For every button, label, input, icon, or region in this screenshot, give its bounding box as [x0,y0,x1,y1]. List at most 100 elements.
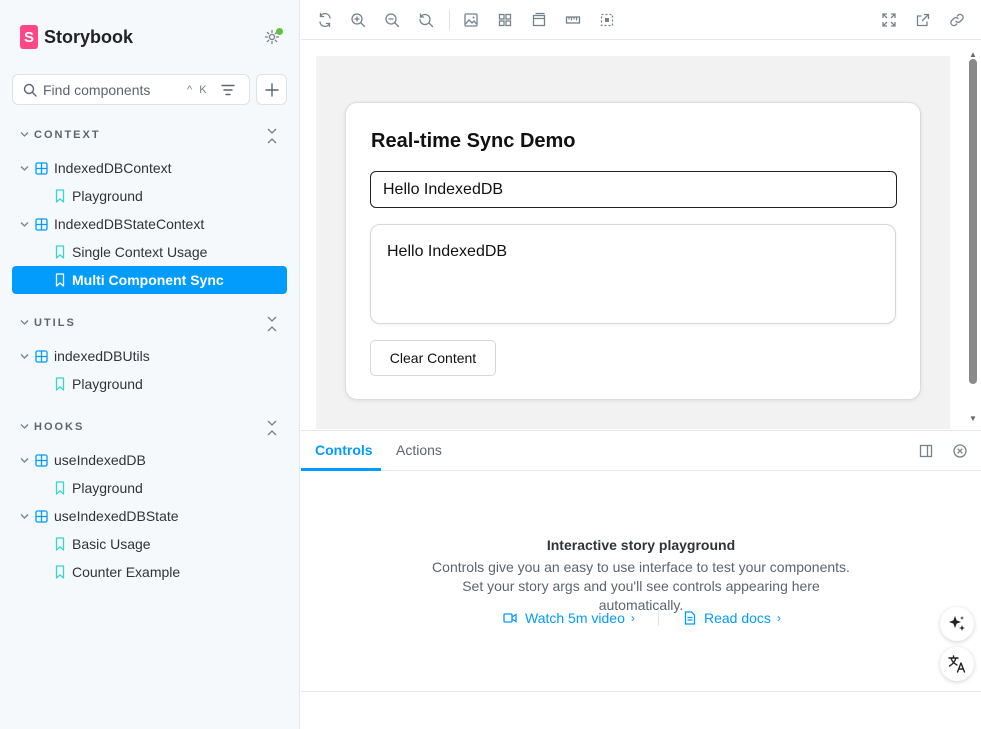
chevron-down-icon [20,354,29,359]
search-input[interactable] [43,81,183,98]
component-icon [35,162,48,175]
tree-label: Single Context Usage [72,244,208,260]
chevron-down-icon [20,424,29,429]
tree-component-indexeddbcontext[interactable]: IndexedDBContext [12,154,287,182]
status-dot [276,28,283,35]
clear-content-button[interactable]: Clear Content [370,340,496,376]
sync-icon [319,12,331,28]
measure-button[interactable] [565,12,581,28]
chevron-down-icon [20,132,29,137]
zoom-out-button[interactable] [384,12,400,28]
chevron-down-icon [20,514,29,519]
tree-story-single-context-usage[interactable]: Single Context Usage [12,238,287,266]
section-hooks[interactable]: HOOKS [0,417,300,437]
bookmark-icon [55,377,65,391]
open-new-tab-button[interactable] [915,12,931,28]
background-button[interactable] [463,12,479,28]
video-icon [503,613,517,623]
tree-label: Playground [72,188,143,204]
image-icon [464,13,478,27]
tree-label: Multi Component Sync [72,272,224,288]
collapse-all-icon[interactable] [266,417,278,437]
zoom-in-icon [351,13,366,28]
canvas-scrollbar[interactable]: ▲ ▼ [968,51,978,429]
tree-label: Counter Example [72,564,181,580]
zoom-reset-button[interactable] [418,12,434,28]
chevron-down-icon [20,320,29,325]
settings-button[interactable] [264,28,283,47]
content-input[interactable] [370,171,897,208]
search-shortcut: ^ K [187,83,209,96]
collapse-all-icon[interactable] [266,125,278,145]
tree-label: IndexedDBStateContext [54,216,205,232]
controls-empty-description: Controls give you an easy to use interfa… [432,559,850,613]
search-box[interactable]: ^ K [12,74,250,105]
tree-story-counter-example[interactable]: Counter Example [12,558,287,586]
story-canvas: Real-time Sync Demo Hello IndexedDB Clea… [316,56,950,429]
component-icon [35,218,48,231]
panel-divider [301,691,981,692]
read-docs-link[interactable]: Read docs › [684,610,781,626]
search-icon [23,83,37,97]
tab-controls[interactable]: Controls [315,442,373,458]
chevron-right-icon: › [776,611,781,625]
reload-button[interactable] [317,12,333,28]
ai-assistant-button[interactable] [940,607,974,641]
tree-story-playground[interactable]: Playground [12,182,287,210]
bookmark-icon [55,245,65,259]
outline-button[interactable] [599,12,615,28]
sidebar-alt-icon [919,444,933,458]
fullscreen-button[interactable] [881,12,897,28]
translate-button[interactable] [940,647,974,681]
tree-label: useIndexedDB [54,452,146,468]
bookmark-icon [55,481,65,495]
tree-label: IndexedDBContext [54,160,172,176]
brand-name: Storybook [44,26,134,47]
tree-story-basic-usage[interactable]: Basic Usage [12,530,287,558]
bookmark-icon [55,537,65,551]
tree-component-indexeddbutils[interactable]: indexedDBUtils [12,342,287,370]
tree-label: useIndexedDBState [54,508,179,524]
collapse-all-icon[interactable] [266,313,278,333]
ruler-icon [565,16,581,24]
section-title: UTILS [34,317,76,329]
close-circle-icon [953,444,967,458]
zoom-out-icon [385,13,400,28]
scrollbar-thumb[interactable] [969,59,977,384]
tree-component-useindexeddbstate[interactable]: useIndexedDBState [12,502,287,530]
addon-panel: Controls Actions Interactive story playg… [301,430,981,729]
close-panel-button[interactable] [952,443,968,459]
addon-tabs: Controls Actions [301,431,981,471]
tab-actions[interactable]: Actions [396,442,442,458]
toggle-panel-orientation-button[interactable] [918,443,934,459]
links-divider [658,610,659,626]
section-utils[interactable]: UTILS [0,313,300,333]
copy-link-button[interactable] [949,12,965,28]
controls-help-links: Watch 5m video › Read docs › [301,608,981,628]
zoom-in-button[interactable] [350,12,366,28]
filter-icon[interactable] [220,84,235,96]
browser-icon [532,12,546,27]
bookmark-icon [55,565,65,579]
tree-label: Playground [72,376,143,392]
scroll-down-arrow-icon[interactable]: ▼ [969,415,977,423]
link-icon [950,13,964,27]
outline-icon [600,13,614,27]
chevron-right-icon: › [630,611,635,625]
create-component-button[interactable] [256,74,287,105]
watch-video-link[interactable]: Watch 5m video › [503,610,635,626]
tree-component-useindexeddb[interactable]: useIndexedDB [12,446,287,474]
tree-story-multi-component-sync[interactable]: Multi Component Sync [12,266,287,294]
scroll-up-arrow-icon[interactable]: ▲ [969,51,977,59]
tree-component-indexeddbstatecontext[interactable]: IndexedDBStateContext [12,210,287,238]
chevron-down-icon [20,166,29,171]
grid-button[interactable] [497,12,513,28]
tree-story-playground[interactable]: Playground [12,474,287,502]
bookmark-icon [55,273,65,287]
tree-story-playground[interactable]: Playground [12,370,287,398]
storybook-logo-icon: S [20,25,38,49]
section-context[interactable]: CONTEXT [0,125,300,145]
brand[interactable]: S Storybook [20,25,133,49]
toolbar-divider [449,10,450,30]
viewport-button[interactable] [531,12,547,28]
